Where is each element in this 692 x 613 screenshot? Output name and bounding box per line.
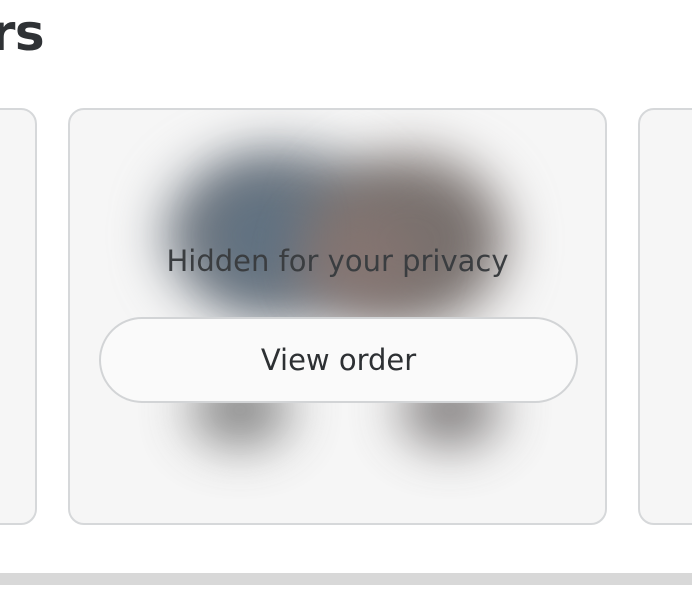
orders-page: ders Hidden for your privacy View order (0, 0, 692, 613)
view-order-button[interactable]: View order (99, 317, 578, 403)
orders-carousel[interactable]: Hidden for your privacy View order (0, 0, 692, 613)
carousel-scrollbar[interactable] (0, 573, 692, 585)
privacy-notice: Hidden for your privacy (166, 244, 509, 278)
order-card-previous[interactable] (0, 108, 37, 525)
order-card-next[interactable] (638, 108, 692, 525)
order-card[interactable]: Hidden for your privacy View order (68, 108, 607, 525)
